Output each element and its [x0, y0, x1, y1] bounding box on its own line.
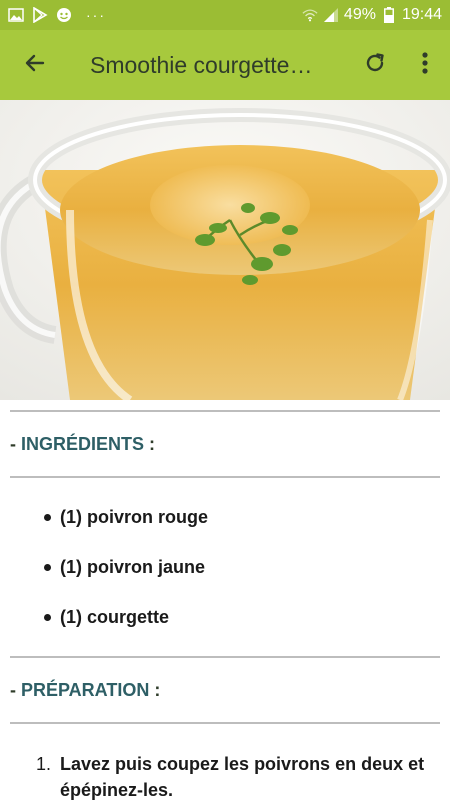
preparation-heading: - PRÉPARATION :: [10, 680, 161, 700]
divider: [10, 722, 440, 724]
refresh-icon: [363, 51, 387, 80]
battery-icon: [381, 7, 397, 23]
page-title: Smoothie courgette…: [90, 51, 313, 78]
ingredients-heading: - INGRÉDIENTS :: [10, 434, 156, 454]
app-bar: Smoothie courgette…: [0, 30, 450, 100]
refresh-button[interactable]: [350, 30, 400, 100]
play-store-icon: [32, 7, 48, 23]
status-bar: ··· 49% 19:44: [0, 0, 450, 30]
divider: [10, 476, 440, 478]
arrow-back-icon: [23, 51, 47, 80]
step-text: Lavez puis coupez les poivrons en deux e…: [60, 754, 425, 800]
recipe-photo: [0, 100, 450, 400]
bullet-icon: [44, 564, 51, 571]
ingredient-item: (1) poivron jaune: [44, 557, 205, 578]
status-left-icons: ···: [8, 7, 106, 23]
back-button[interactable]: [0, 30, 70, 100]
divider: [10, 656, 440, 658]
battery-percent: 49%: [343, 6, 376, 23]
more-notifications-indicator: ···: [86, 7, 106, 23]
bullet-icon: [44, 614, 51, 621]
signal-icon: [323, 7, 339, 23]
more-vert-icon: [421, 51, 429, 80]
face-icon: [56, 7, 72, 23]
more-options-button[interactable]: [400, 30, 450, 100]
preparation-step: 1. Lavez puis coupez les poivrons en deu…: [36, 751, 440, 800]
wifi-icon: [302, 7, 318, 23]
ingredient-item: (1) courgette: [44, 607, 169, 628]
ingredient-item: (1) poivron rouge: [44, 507, 208, 528]
status-time: 19:44: [401, 6, 442, 23]
status-right-icons: 49% 19:44: [302, 6, 442, 24]
divider: [10, 410, 440, 412]
image-icon: [8, 7, 24, 23]
bullet-icon: [44, 514, 51, 521]
